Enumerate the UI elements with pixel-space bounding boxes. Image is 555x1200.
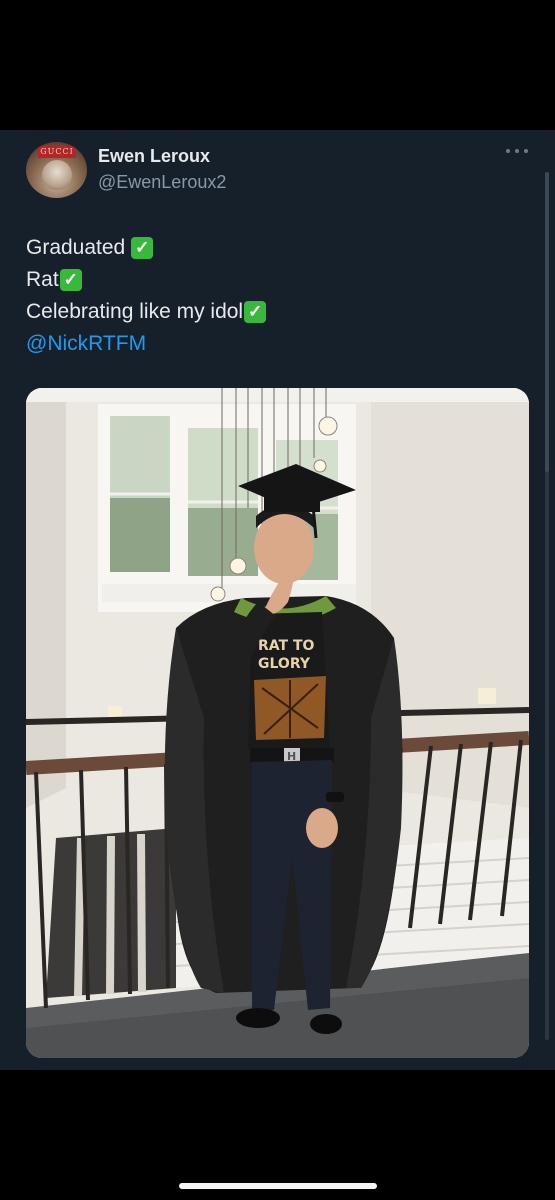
cut-off-text: · — [28, 130, 33, 138]
svg-text:GLORY: GLORY — [258, 656, 311, 672]
tweet-line: @NickRTFM — [26, 328, 526, 360]
avatar[interactable]: GUCCI — [26, 142, 87, 198]
author-handle[interactable]: @EwenLeroux2 — [98, 171, 226, 193]
avatar-brand-label: GUCCI — [38, 146, 76, 158]
tweet-photo[interactable]: RAT TO GLORY H — [26, 388, 529, 1058]
svg-text:RAT TO: RAT TO — [258, 638, 315, 654]
more-horizontal-icon-dot — [515, 149, 519, 153]
tweet-text: Graduated ✓ Rat ✓ Celebrating like my id… — [26, 232, 526, 360]
tweet-line-text: Rat — [26, 268, 59, 291]
more-horizontal-icon — [506, 149, 510, 153]
tweet-line: Graduated ✓ — [26, 232, 526, 264]
screen: · GUCCI Ewen Leroux @EwenLeroux2 Graduat… — [0, 0, 555, 1200]
mention-link[interactable]: @NickRTFM — [26, 328, 146, 360]
tweet-line: Celebrating like my idol ✓ — [26, 296, 526, 328]
scrollbar-thumb[interactable] — [545, 172, 549, 472]
avatar-plush-toy — [42, 160, 72, 190]
tweet-card[interactable]: · GUCCI Ewen Leroux @EwenLeroux2 Graduat… — [0, 130, 555, 1070]
author-display-name[interactable]: Ewen Leroux — [98, 146, 210, 166]
tweet-line-text: Graduated — [26, 236, 126, 259]
more-options-button[interactable] — [506, 144, 528, 158]
check-mark-button-icon: ✓ — [59, 269, 82, 291]
more-horizontal-icon-dot — [524, 149, 528, 153]
tweet-line: Rat ✓ — [26, 264, 526, 296]
check-mark-button-icon: ✓ — [244, 301, 267, 323]
home-indicator[interactable] — [179, 1183, 377, 1189]
check-mark-button-icon: ✓ — [131, 237, 154, 259]
tweet-line-text: Celebrating like my idol — [26, 300, 244, 323]
